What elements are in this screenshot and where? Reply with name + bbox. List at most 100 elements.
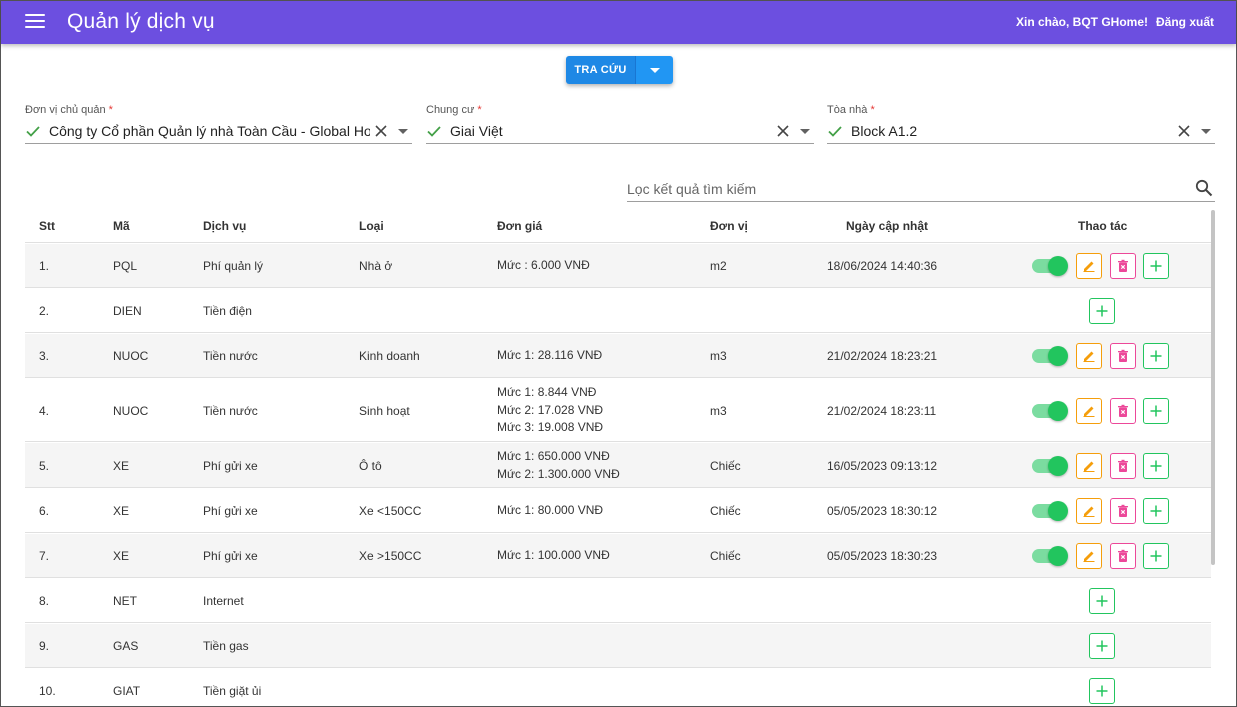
cell-ngay-cap-nhat: 16/05/2023 09:13:12 bbox=[827, 459, 938, 473]
cell-dich-vu: Tiền giặt ủi bbox=[203, 684, 262, 698]
trash-icon bbox=[1116, 349, 1130, 363]
delete-button[interactable] bbox=[1110, 498, 1136, 524]
column-header-ma: Mã bbox=[113, 219, 130, 233]
search-button[interactable]: TRA CỨU bbox=[566, 56, 635, 84]
page-title: Quản lý dịch vụ bbox=[67, 10, 215, 33]
cell-stt: 10. bbox=[39, 684, 56, 698]
plus-icon bbox=[1149, 459, 1163, 473]
price-tier: Mức 1: 100.000 VNĐ bbox=[497, 548, 610, 562]
table-row: 1. PQL Phí quản lý Nhà ở m2 18/06/2024 14:40:… bbox=[25, 244, 1211, 288]
apartment-complex-select[interactable]: Chung cư * Giai Việt bbox=[426, 102, 814, 144]
add-button[interactable] bbox=[1089, 678, 1115, 704]
delete-button[interactable] bbox=[1110, 453, 1136, 479]
table-row: 6. XE Phí gửi xe Xe <150CC Chiếc 05/05/2023 1… bbox=[25, 489, 1211, 533]
column-header-ngay-cap-nhat: Ngày cập nhật bbox=[846, 219, 929, 233]
active-toggle[interactable] bbox=[1032, 546, 1068, 566]
edit-button[interactable] bbox=[1076, 543, 1102, 569]
cell-don-vi: m3 bbox=[710, 404, 727, 418]
cell-stt: 5. bbox=[39, 459, 50, 473]
add-button[interactable] bbox=[1143, 398, 1169, 424]
add-button[interactable] bbox=[1143, 343, 1169, 369]
add-button[interactable] bbox=[1089, 633, 1115, 659]
close-icon[interactable] bbox=[776, 124, 790, 138]
active-toggle[interactable] bbox=[1032, 256, 1068, 276]
edit-button[interactable] bbox=[1076, 343, 1102, 369]
edit-button[interactable] bbox=[1076, 498, 1102, 524]
toggle-knob bbox=[1048, 256, 1068, 276]
trash-icon bbox=[1116, 459, 1130, 473]
price-tier: Mức 3: 19.008 VNĐ bbox=[497, 420, 604, 434]
delete-button[interactable] bbox=[1110, 543, 1136, 569]
add-button[interactable] bbox=[1143, 498, 1169, 524]
table-row: 2. DIEN Tiền điện bbox=[25, 289, 1211, 333]
add-button[interactable] bbox=[1143, 543, 1169, 569]
cell-don-vi: Chiếc bbox=[710, 459, 741, 473]
edit-button[interactable] bbox=[1076, 398, 1102, 424]
cell-don-gia: Mức 1: 8.844 VNĐ Mức 2: 17.028 VNĐ Mức 3: … bbox=[497, 384, 603, 437]
logout-link[interactable]: Đăng xuất bbox=[1156, 15, 1214, 29]
field-label: Chung cư * bbox=[426, 104, 482, 116]
table-row: 3. NUOC Tiền nước Kinh doanh m3 21/02/2024 18… bbox=[25, 334, 1211, 378]
toggle-knob bbox=[1048, 456, 1068, 476]
active-toggle[interactable] bbox=[1032, 346, 1068, 366]
cell-ngay-cap-nhat: 05/05/2023 18:30:23 bbox=[827, 549, 938, 563]
menu-icon[interactable] bbox=[25, 14, 45, 30]
cell-don-vi: m3 bbox=[710, 349, 727, 363]
search-button-group: TRA CỨU bbox=[566, 56, 673, 84]
active-toggle[interactable] bbox=[1032, 501, 1068, 521]
toggle-knob bbox=[1048, 501, 1068, 521]
delete-button[interactable] bbox=[1110, 253, 1136, 279]
price-tier: Mức 1: 28.116 VNĐ bbox=[497, 348, 603, 362]
management-unit-value: Công ty Cổ phần Quản lý nhà Toàn Cầu - G… bbox=[49, 123, 370, 139]
column-header-don-gia: Đơn giá bbox=[497, 219, 543, 233]
cell-stt: 9. bbox=[39, 639, 50, 653]
cell-ma: XE bbox=[113, 549, 130, 563]
cell-loai: Xe >150CC bbox=[359, 549, 422, 563]
user-greeting: Xin chào, BQT GHome! bbox=[1015, 15, 1148, 29]
cell-dich-vu: Phí gửi xe bbox=[203, 459, 258, 473]
cell-dich-vu: Internet bbox=[203, 594, 244, 608]
plus-icon bbox=[1149, 349, 1163, 363]
add-button[interactable] bbox=[1089, 298, 1115, 324]
close-icon[interactable] bbox=[1177, 124, 1191, 138]
cell-loai: Sinh hoạt bbox=[359, 404, 410, 418]
active-toggle[interactable] bbox=[1032, 401, 1068, 421]
delete-button[interactable] bbox=[1110, 343, 1136, 369]
management-unit-select[interactable]: Đơn vị chủ quản * Công ty Cổ phần Quản l… bbox=[25, 102, 412, 144]
plus-icon bbox=[1095, 639, 1109, 653]
table-row: 10. GIAT Tiền giặt ủi bbox=[25, 669, 1211, 707]
edit-button[interactable] bbox=[1076, 253, 1102, 279]
chevron-down-icon[interactable] bbox=[800, 128, 810, 134]
delete-button[interactable] bbox=[1110, 398, 1136, 424]
cell-ma: XE bbox=[113, 459, 130, 473]
column-header-loai: Loại bbox=[359, 219, 384, 233]
search-icon[interactable] bbox=[1195, 179, 1213, 197]
cell-ma: NUOC bbox=[113, 349, 149, 363]
cell-loai: Nhà ở bbox=[359, 259, 393, 273]
close-icon[interactable] bbox=[374, 124, 388, 138]
cell-loai: Ô tô bbox=[359, 459, 382, 473]
search-options-button[interactable] bbox=[635, 56, 673, 84]
pencil-icon bbox=[1082, 349, 1096, 363]
add-button[interactable] bbox=[1089, 588, 1115, 614]
add-button[interactable] bbox=[1143, 253, 1169, 279]
filter-field bbox=[627, 177, 1215, 202]
toggle-knob bbox=[1048, 346, 1068, 366]
cell-ngay-cap-nhat: 21/02/2024 18:23:21 bbox=[827, 349, 938, 363]
add-button[interactable] bbox=[1143, 453, 1169, 479]
toggle-knob bbox=[1048, 546, 1068, 566]
pencil-icon bbox=[1082, 504, 1096, 518]
edit-button[interactable] bbox=[1076, 453, 1102, 479]
building-select[interactable]: Tòa nhà * Block A1.2 bbox=[827, 102, 1215, 144]
cell-dich-vu: Tiền điện bbox=[203, 304, 252, 318]
chevron-down-icon[interactable] bbox=[398, 128, 408, 134]
check-icon bbox=[427, 126, 441, 137]
filter-input[interactable] bbox=[627, 177, 1177, 201]
pencil-icon bbox=[1082, 404, 1096, 418]
column-header-stt: Stt bbox=[39, 219, 55, 233]
chevron-down-icon[interactable] bbox=[1201, 128, 1211, 134]
cell-dich-vu: Tiền nước bbox=[203, 349, 258, 363]
table-scrollbar[interactable] bbox=[1211, 210, 1215, 565]
price-tier: Mức : 6.000 VNĐ bbox=[497, 258, 590, 272]
active-toggle[interactable] bbox=[1032, 456, 1068, 476]
